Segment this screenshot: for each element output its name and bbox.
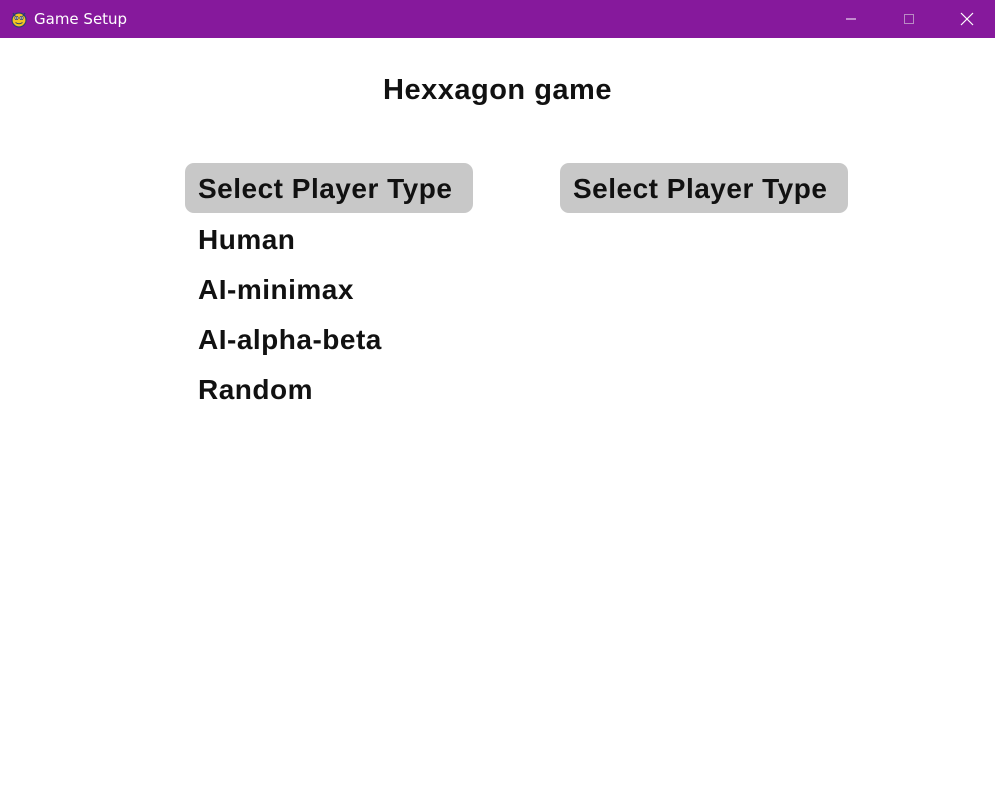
minimize-icon (845, 13, 857, 25)
player-1-option-human[interactable]: Human (198, 215, 295, 265)
maximize-button[interactable] (880, 0, 938, 38)
minimize-button[interactable] (822, 0, 880, 38)
player-1-option-ai-minimax[interactable]: AI-minimax (198, 265, 354, 315)
game-canvas: Hexxagon game Select Player Type Human A… (0, 38, 995, 786)
window-title: Game Setup (34, 10, 128, 28)
close-icon (960, 12, 974, 26)
player-1-option-random[interactable]: Random (198, 365, 313, 415)
pygame-snake-icon (9, 9, 29, 29)
close-button[interactable] (938, 0, 995, 38)
window-titlebar: Game Setup (0, 0, 995, 38)
player-2-type-dropdown[interactable]: Select Player Type (560, 163, 848, 213)
maximize-icon (903, 13, 915, 25)
player-1-option-ai-alpha-beta[interactable]: AI-alpha-beta (198, 315, 382, 365)
player-1-type-dropdown[interactable]: Select Player Type (185, 163, 473, 213)
game-title: Hexxagon game (383, 74, 612, 106)
